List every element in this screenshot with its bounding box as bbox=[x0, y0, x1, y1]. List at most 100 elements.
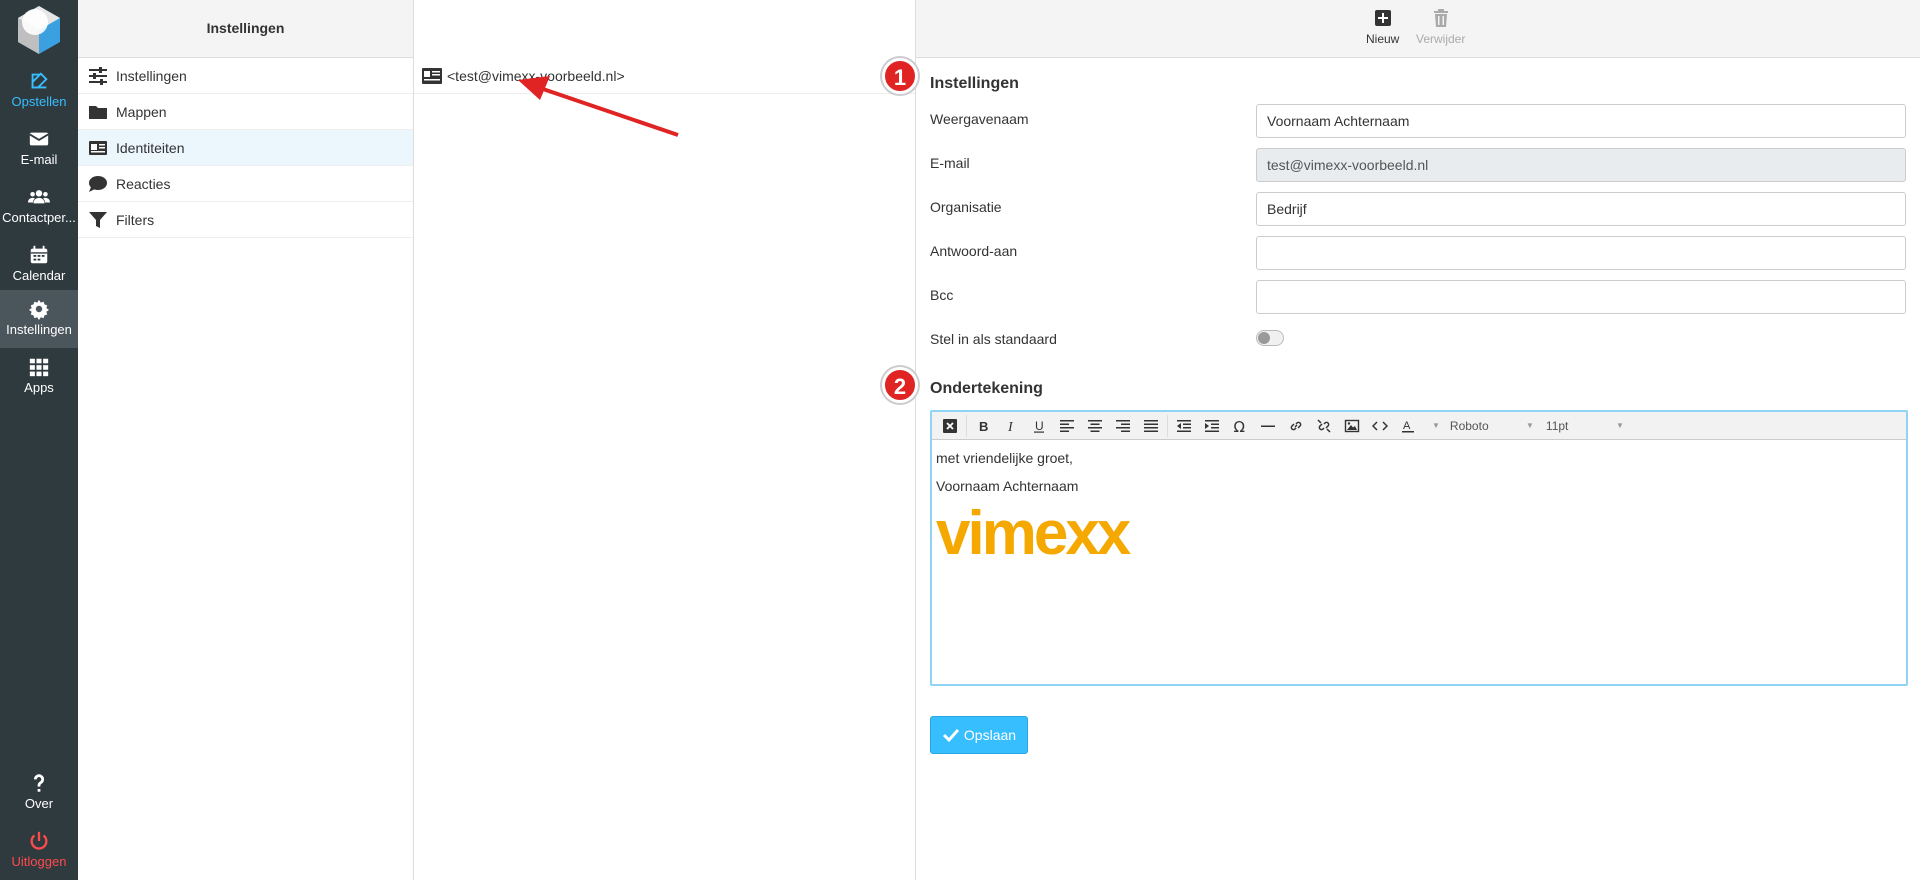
identity-item-label: <test@vimexx-voorbeeld.nl> bbox=[447, 67, 625, 84]
settings-item-folders[interactable]: Mappen bbox=[78, 94, 413, 130]
font-family-select[interactable]: Roboto ▼ bbox=[1444, 415, 1540, 437]
bcc-input[interactable] bbox=[1256, 280, 1906, 314]
align-right-button[interactable] bbox=[1109, 414, 1137, 438]
gear-icon bbox=[28, 299, 50, 320]
editor-toolbar: B I U Ω A ▼ Roboto ▼ 11pt ▼ bbox=[932, 412, 1906, 440]
mail-icon bbox=[29, 132, 49, 146]
nav-calendar[interactable]: Calendar bbox=[0, 236, 78, 294]
source-code-button[interactable] bbox=[1366, 414, 1394, 438]
font-size-value: 11pt bbox=[1545, 418, 1569, 433]
id-card-icon bbox=[422, 67, 442, 84]
id-card-icon bbox=[89, 140, 107, 155]
nav-email[interactable]: E-mail bbox=[0, 120, 78, 178]
settings-list-panel: Instellingen Instellingen Mappen Identit… bbox=[78, 0, 414, 880]
settings-item-label: Identiteiten bbox=[116, 139, 185, 156]
toolbar-separator bbox=[966, 414, 967, 437]
chevron-down-icon: ▼ bbox=[1526, 421, 1534, 430]
link-button[interactable] bbox=[1282, 414, 1310, 438]
align-center-button[interactable] bbox=[1081, 414, 1109, 438]
svg-text:I: I bbox=[1007, 420, 1014, 434]
new-button-label: Nieuw bbox=[1366, 32, 1400, 46]
nav-settings[interactable]: Instellingen bbox=[0, 290, 78, 348]
identity-item[interactable]: <test@vimexx-voorbeeld.nl> bbox=[414, 58, 915, 94]
email-field[interactable] bbox=[1256, 148, 1906, 182]
nav-logout-label: Uitloggen bbox=[11, 854, 67, 869]
text-color-button[interactable]: A bbox=[1394, 414, 1422, 438]
indent-button[interactable] bbox=[1198, 414, 1226, 438]
display-name-input[interactable] bbox=[1256, 104, 1906, 138]
bold-button[interactable]: B bbox=[969, 414, 997, 438]
italic-button[interactable]: I bbox=[997, 414, 1025, 438]
justify-button[interactable] bbox=[1137, 414, 1165, 438]
align-justify-icon bbox=[1144, 419, 1158, 432]
main-toolbar: Nieuw Verwijder bbox=[916, 0, 1920, 58]
nav-contacts[interactable]: Contactper... bbox=[0, 178, 78, 236]
organisation-input[interactable] bbox=[1256, 192, 1906, 226]
folder-icon bbox=[89, 105, 107, 119]
plus-square-icon bbox=[1374, 10, 1391, 26]
outdent-icon bbox=[1177, 419, 1191, 432]
nav-about-label: Over bbox=[24, 796, 54, 811]
settings-item-responses[interactable]: Reacties bbox=[78, 166, 413, 202]
nav-calendar-label: Calendar bbox=[12, 268, 66, 283]
italic-icon: I bbox=[1007, 420, 1014, 434]
svg-text:U: U bbox=[1035, 419, 1044, 433]
code-icon bbox=[1372, 420, 1388, 431]
nav-apps[interactable]: Apps bbox=[0, 348, 78, 406]
power-icon bbox=[30, 831, 48, 850]
new-button[interactable]: Nieuw bbox=[1366, 6, 1399, 46]
unlink-button[interactable] bbox=[1310, 414, 1338, 438]
settings-item-label: Filters bbox=[116, 211, 155, 228]
delete-button[interactable]: Verwijder bbox=[1416, 6, 1465, 46]
speech-bubble-icon bbox=[89, 175, 107, 192]
signature-line: Voornaam Achternaam bbox=[936, 478, 1079, 494]
calendar-icon bbox=[30, 245, 48, 264]
nav-logout[interactable]: Uitloggen bbox=[0, 822, 78, 880]
align-left-icon bbox=[1060, 419, 1074, 432]
image-icon bbox=[1344, 419, 1360, 432]
save-button-label: Opslaan bbox=[963, 727, 1017, 743]
align-left-button[interactable] bbox=[1053, 414, 1081, 438]
settings-item-identities[interactable]: Identiteiten bbox=[78, 130, 413, 166]
text-color-icon: A bbox=[1402, 420, 1414, 432]
svg-text:Ω: Ω bbox=[1234, 418, 1245, 434]
organisation-label: Organisatie bbox=[930, 199, 1002, 215]
settings-item-filters[interactable]: Filters bbox=[78, 202, 413, 238]
settings-item-label: Mappen bbox=[116, 103, 167, 120]
text-color-dropdown[interactable]: ▼ bbox=[1422, 415, 1444, 437]
outdent-button[interactable] bbox=[1170, 414, 1198, 438]
toggle-knob bbox=[1258, 332, 1270, 344]
save-button[interactable]: Opslaan bbox=[930, 716, 1028, 754]
nav-settings-label: Instellingen bbox=[6, 322, 72, 337]
reply-to-label: Antwoord-aan bbox=[930, 243, 1018, 259]
filter-icon bbox=[89, 211, 107, 228]
apps-grid-icon bbox=[29, 358, 49, 377]
toggle-html-button[interactable] bbox=[936, 414, 964, 438]
nav-contacts-label: Contactper... bbox=[2, 210, 76, 225]
settings-item-label: Reacties bbox=[116, 175, 171, 192]
nav-apps-label: Apps bbox=[24, 380, 54, 395]
question-icon bbox=[33, 774, 44, 792]
identity-settings-title: Instellingen bbox=[930, 75, 1019, 92]
settings-header: Instellingen bbox=[78, 0, 413, 58]
nav-compose-label: Opstellen bbox=[11, 94, 67, 109]
signature-content[interactable]: met vriendelijke groet, Voornaam Achtern… bbox=[932, 440, 1906, 572]
font-family-value: Roboto bbox=[1449, 418, 1489, 433]
nav-about[interactable]: Over bbox=[0, 764, 78, 822]
underline-button[interactable]: U bbox=[1025, 414, 1053, 438]
font-size-select[interactable]: 11pt ▼ bbox=[1540, 415, 1630, 437]
underline-icon: U bbox=[1034, 419, 1044, 433]
compose-icon bbox=[31, 72, 48, 89]
special-char-button[interactable]: Ω bbox=[1226, 414, 1254, 438]
image-button[interactable] bbox=[1338, 414, 1366, 438]
horizontal-rule-button[interactable] bbox=[1254, 414, 1282, 438]
unlink-icon bbox=[1317, 418, 1331, 433]
chevron-down-icon: ▼ bbox=[1616, 421, 1624, 430]
settings-item-preferences[interactable]: Instellingen bbox=[78, 58, 413, 94]
set-default-toggle[interactable] bbox=[1256, 330, 1284, 346]
checkmark-icon bbox=[942, 728, 960, 743]
reply-to-input[interactable] bbox=[1256, 236, 1906, 270]
nav-compose[interactable]: Opstellen bbox=[0, 62, 78, 120]
nav-email-label: E-mail bbox=[20, 152, 58, 167]
identities-list-panel: <test@vimexx-voorbeeld.nl> bbox=[414, 0, 916, 880]
